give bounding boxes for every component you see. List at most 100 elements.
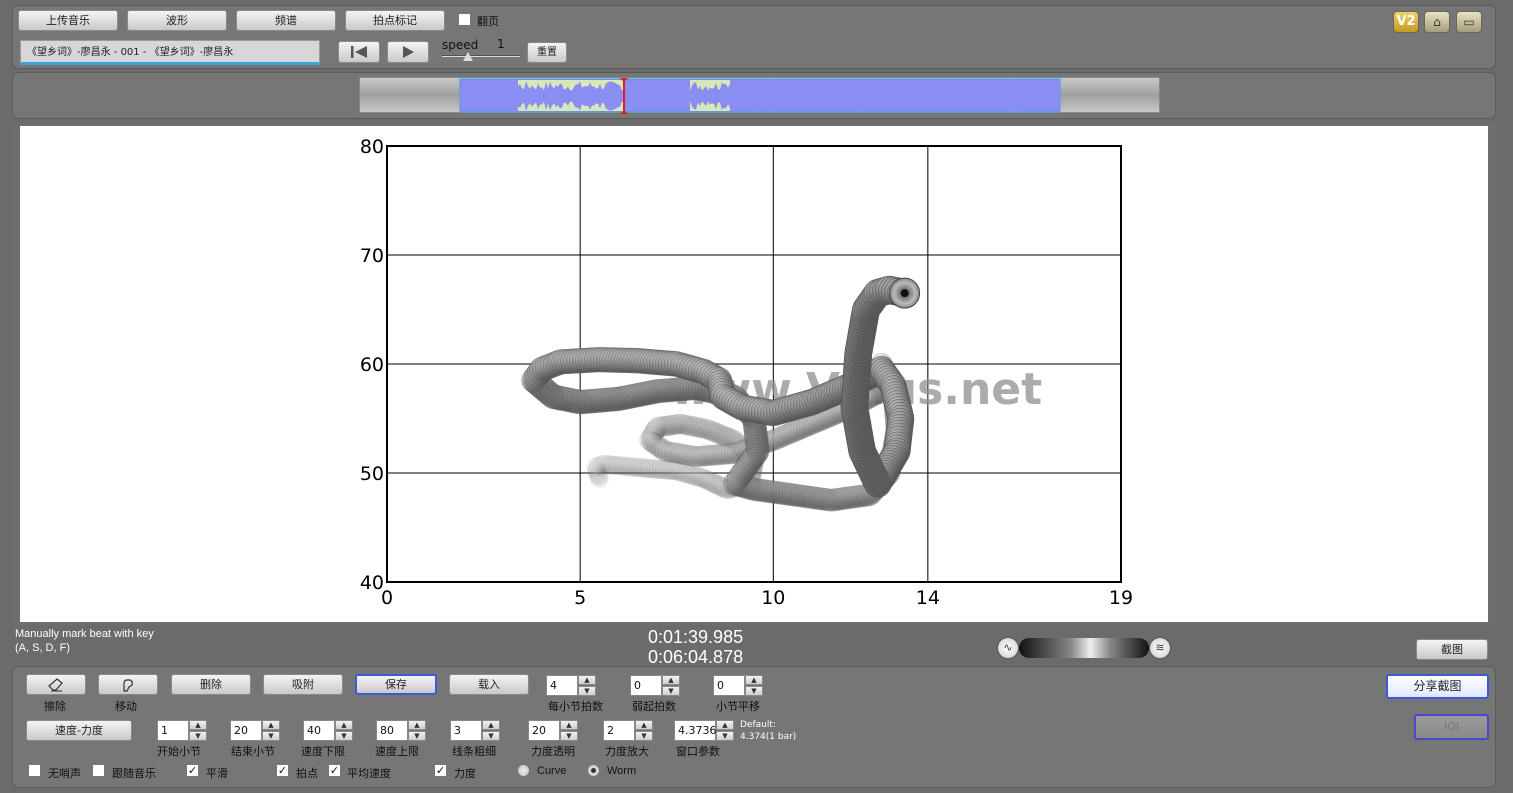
- beat-mark-button[interactable]: 拍点标记: [345, 10, 445, 31]
- stepper-up-icon[interactable]: ▲: [189, 720, 207, 730]
- beats-per-bar-value[interactable]: 4: [546, 675, 578, 696]
- stepper-up-icon[interactable]: ▲: [635, 720, 653, 730]
- speed-slider-track: [442, 55, 520, 57]
- default-note-line2: 4.374(1 bar): [740, 732, 797, 742]
- bar-offset-stepper[interactable]: 0 ▲ ▼: [713, 675, 763, 696]
- upload-music-button[interactable]: 上传音乐: [18, 10, 118, 31]
- dynamics-checkbox[interactable]: ✓: [434, 764, 447, 777]
- speed-value: 1: [497, 37, 505, 51]
- speed-slider-thumb[interactable]: [463, 52, 473, 61]
- y-tick-label: 80: [360, 136, 384, 158]
- waveform-overview[interactable]: [359, 77, 1160, 114]
- ioi-button[interactable]: IOI: [1414, 714, 1489, 740]
- stepper-up-icon[interactable]: ▲: [560, 720, 578, 730]
- volume-track: [1019, 638, 1149, 658]
- play-button[interactable]: [387, 41, 429, 63]
- worm-head-center: [900, 289, 909, 298]
- start-bar-label: 开始小节: [157, 745, 201, 758]
- track-title-field[interactable]: 《望乡词》-廖昌永 - 001 - 《望乡词》-廖昌永: [20, 40, 320, 65]
- no-whistle-checkbox[interactable]: [28, 764, 41, 777]
- dynamic-opacity-value[interactable]: 20: [528, 720, 560, 741]
- play-icon: [403, 46, 414, 58]
- spectrum-button[interactable]: 频谱: [236, 10, 336, 31]
- pickup-beats-value[interactable]: 0: [630, 675, 662, 696]
- no-whistle-label: 无哨声: [48, 767, 81, 780]
- dynamic-scale-stepper[interactable]: 2 ▲ ▼: [603, 720, 653, 741]
- beats-per-bar-stepper[interactable]: 4 ▲ ▼: [546, 675, 596, 696]
- curve-label: Curve: [537, 765, 567, 777]
- waveform-button[interactable]: 波形: [127, 10, 227, 31]
- worm-trail: [521, 275, 921, 512]
- delete-button[interactable]: 删除: [171, 674, 251, 695]
- stepper-up-icon[interactable]: ▲: [578, 675, 596, 685]
- worm-radio[interactable]: [587, 764, 600, 777]
- tempo-min-value[interactable]: 40: [303, 720, 335, 741]
- tempo-max-value[interactable]: 80: [376, 720, 408, 741]
- stepper-up-icon[interactable]: ▲: [745, 675, 763, 685]
- volume-slider[interactable]: ∿ ≋: [997, 636, 1173, 660]
- line-width-value[interactable]: 3: [450, 720, 482, 741]
- stepper-up-icon[interactable]: ▲: [482, 720, 500, 730]
- tempo-max-stepper[interactable]: 80 ▲ ▼: [376, 720, 426, 741]
- pickup-beats-label: 弱起拍数: [632, 700, 676, 713]
- stepper-down-icon[interactable]: ▼: [262, 731, 280, 741]
- pickup-beats-stepper[interactable]: 0 ▲ ▼: [630, 675, 680, 696]
- window-param-value[interactable]: 4.3736: [674, 720, 717, 741]
- stepper-down-icon[interactable]: ▼: [662, 686, 680, 696]
- start-bar-value[interactable]: 1: [157, 720, 189, 741]
- home-icon[interactable]: ⌂: [1424, 11, 1450, 33]
- end-bar-value[interactable]: 20: [230, 720, 262, 741]
- dynamic-opacity-label: 力度透明: [531, 745, 575, 758]
- reset-button[interactable]: 重置: [527, 42, 567, 63]
- x-tick-label: 5: [574, 587, 586, 609]
- rewind-button[interactable]: [338, 41, 380, 63]
- fullscreen-icon[interactable]: ▭: [1456, 11, 1482, 33]
- avg-tempo-checkbox[interactable]: ✓: [328, 764, 341, 777]
- line-width-label: 线条粗细: [452, 745, 496, 758]
- stepper-down-icon[interactable]: ▼: [408, 731, 426, 741]
- erase-button[interactable]: [26, 674, 86, 695]
- stepper-down-icon[interactable]: ▼: [560, 731, 578, 741]
- dynamics-label: 力度: [454, 767, 476, 780]
- start-bar-stepper[interactable]: 1 ▲ ▼: [157, 720, 207, 741]
- load-button[interactable]: 载入: [449, 674, 529, 695]
- dynamic-opacity-stepper[interactable]: 20 ▲ ▼: [528, 720, 578, 741]
- stepper-up-icon[interactable]: ▲: [408, 720, 426, 730]
- chart-canvas[interactable]: www.Vmus.net 051014194050607080: [20, 126, 1488, 622]
- stepper-down-icon[interactable]: ▼: [189, 731, 207, 741]
- beat-checkbox[interactable]: ✓: [276, 764, 289, 777]
- v2-badge[interactable]: V2: [1393, 11, 1419, 33]
- smooth-checkbox[interactable]: ✓: [186, 764, 199, 777]
- dynamic-scale-value[interactable]: 2: [603, 720, 635, 741]
- stepper-down-icon[interactable]: ▼: [716, 731, 734, 741]
- tempo-dynamics-button[interactable]: 速度-力度: [26, 720, 132, 741]
- line-width-stepper[interactable]: 3 ▲ ▼: [450, 720, 500, 741]
- worm-label: Worm: [607, 765, 637, 777]
- x-tick-label: 14: [916, 587, 940, 609]
- stepper-down-icon[interactable]: ▼: [482, 731, 500, 741]
- bar-offset-value[interactable]: 0: [713, 675, 745, 696]
- stepper-up-icon[interactable]: ▲: [262, 720, 280, 730]
- save-button[interactable]: 保存: [355, 674, 437, 695]
- curve-radio[interactable]: [517, 764, 530, 777]
- stepper-down-icon[interactable]: ▼: [635, 731, 653, 741]
- page-turn-checkbox[interactable]: [458, 13, 471, 26]
- stepper-down-icon[interactable]: ▼: [745, 686, 763, 696]
- default-note-line1: Default:: [740, 720, 776, 730]
- window-param-stepper[interactable]: 4.3736 ▲ ▼: [674, 720, 734, 741]
- stepper-down-icon[interactable]: ▼: [335, 731, 353, 741]
- snap-button[interactable]: 吸附: [263, 674, 343, 695]
- tempo-min-stepper[interactable]: 40 ▲ ▼: [303, 720, 353, 741]
- share-screenshot-button[interactable]: 分享截图: [1386, 674, 1489, 699]
- screenshot-button[interactable]: 截图: [1416, 639, 1488, 660]
- waveform-graphic: [459, 78, 1061, 114]
- stepper-down-icon[interactable]: ▼: [578, 686, 596, 696]
- end-bar-stepper[interactable]: 20 ▲ ▼: [230, 720, 280, 741]
- stepper-up-icon[interactable]: ▲: [335, 720, 353, 730]
- move-button[interactable]: [98, 674, 158, 695]
- follow-music-checkbox[interactable]: [92, 764, 105, 777]
- stepper-up-icon[interactable]: ▲: [716, 720, 734, 730]
- tempo-max-label: 速度上限: [375, 745, 419, 758]
- speed-slider[interactable]: [442, 52, 520, 62]
- stepper-up-icon[interactable]: ▲: [662, 675, 680, 685]
